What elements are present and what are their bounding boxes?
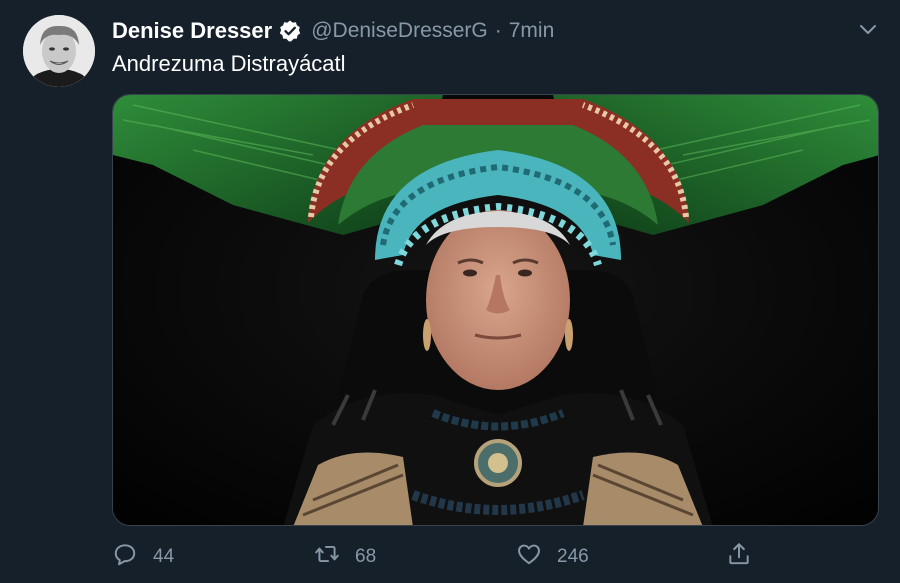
- retweet-count: 68: [355, 546, 377, 567]
- tweet-text: Andrezuma Distrayácatl: [112, 51, 346, 76]
- like-button[interactable]: 246: [516, 539, 589, 575]
- avatar-image: [23, 15, 95, 87]
- share-icon: [726, 541, 752, 573]
- reply-button[interactable]: 44: [112, 539, 174, 575]
- heart-icon: [516, 541, 542, 573]
- reply-icon: [112, 541, 138, 573]
- tweet-media-image[interactable]: [112, 94, 879, 526]
- verified-badge-icon: [278, 19, 302, 43]
- reply-count: 44: [153, 546, 175, 567]
- tweet-actions: 44 68 246: [112, 539, 772, 575]
- like-count: 246: [557, 546, 589, 567]
- tweet-header: Denise Dresser @DeniseDresserG · 7min: [112, 16, 554, 46]
- display-name[interactable]: Denise Dresser: [112, 18, 272, 44]
- photo: [113, 95, 878, 525]
- share-button[interactable]: [726, 539, 752, 575]
- user-handle[interactable]: @DeniseDresserG: [311, 19, 488, 43]
- avatar[interactable]: [23, 15, 95, 87]
- tweet: Denise Dresser @DeniseDresserG · 7min An…: [0, 0, 900, 583]
- timestamp[interactable]: 7min: [509, 19, 555, 43]
- retweet-button[interactable]: 68: [314, 539, 376, 575]
- separator-dot: ·: [494, 19, 502, 42]
- chevron-down-icon[interactable]: [856, 18, 880, 42]
- retweet-icon: [314, 541, 340, 573]
